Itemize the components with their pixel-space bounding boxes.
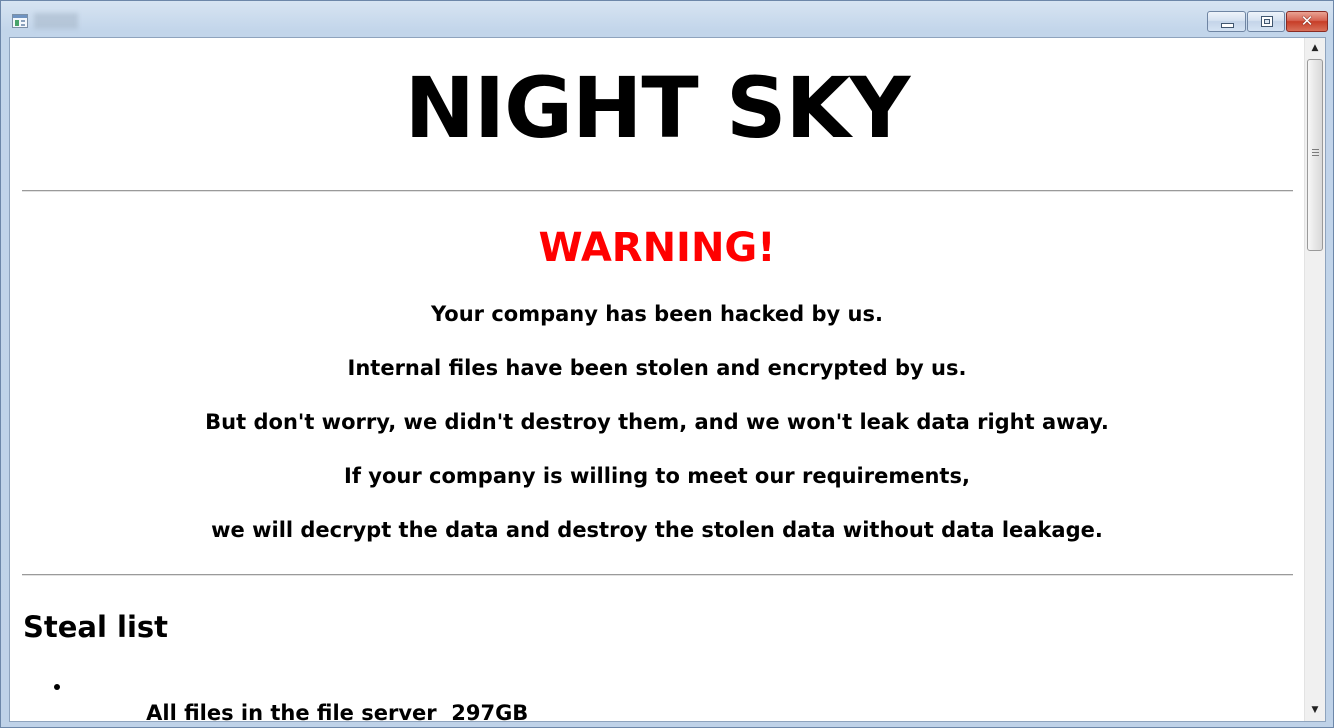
- application-icon[interactable]: [12, 14, 28, 28]
- maximize-icon: [1261, 16, 1273, 27]
- divider: [22, 574, 1293, 576]
- divider: [22, 190, 1293, 192]
- bullet: [54, 684, 60, 690]
- page-content: NIGHT SKY WARNING! Your company has been…: [10, 38, 1304, 721]
- steal-list: All files in the file server 297GB: [10, 671, 910, 721]
- grip-line: [1312, 155, 1319, 156]
- message-line: Internal files have been stolen and encr…: [347, 356, 967, 380]
- minimize-button[interactable]: [1207, 11, 1246, 32]
- page-viewport: NIGHT SKY WARNING! Your company has been…: [9, 37, 1326, 722]
- arrow-down-icon[interactable]: ▼: [1305, 702, 1325, 719]
- message-line: we will decrypt the data and destroy the…: [211, 518, 1103, 542]
- caption-buttons: ✕: [1206, 11, 1328, 33]
- window-title: [34, 13, 78, 29]
- vertical-scrollbar[interactable]: ▲ ▼: [1304, 38, 1325, 721]
- maximize-button[interactable]: [1247, 11, 1285, 32]
- message-line: But don't worry, we didn't destroy them,…: [205, 410, 1109, 434]
- arrow-up-icon[interactable]: ▲: [1305, 40, 1325, 57]
- page-title: NIGHT SKY: [404, 59, 911, 157]
- title-bar[interactable]: ✕: [1, 1, 1333, 37]
- message-line: Your company has been hacked by us.: [431, 302, 883, 326]
- warning-heading: WARNING!: [538, 225, 776, 271]
- list-item: All files in the file server 297GB: [10, 671, 910, 721]
- browser-window: ✕ NIGHT SKY WARNING! Your company has be…: [0, 0, 1334, 728]
- close-button[interactable]: ✕: [1286, 11, 1328, 32]
- message-line: If your company is willing to meet our r…: [344, 464, 970, 488]
- minimize-icon: [1221, 23, 1234, 28]
- scroll-thumb[interactable]: [1307, 59, 1323, 251]
- close-icon: ✕: [1300, 12, 1314, 30]
- grip-line: [1312, 152, 1319, 153]
- grip-line: [1312, 149, 1319, 150]
- steal-list-heading: Steal list: [23, 610, 169, 644]
- list-item-text: All files in the file server 297GB: [146, 701, 529, 721]
